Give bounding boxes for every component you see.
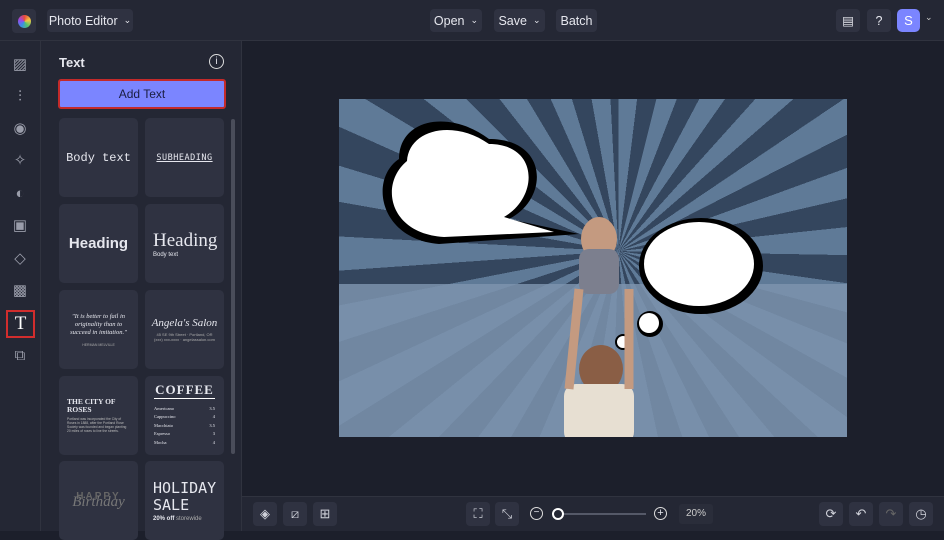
app-mode-label: Photo Editor <box>48 13 118 28</box>
batch-button[interactable]: Batch <box>556 9 597 32</box>
template-birthday[interactable]: HAPPY Birthday <box>59 461 138 540</box>
comic-overlay <box>382 121 763 437</box>
card-text: Birthday <box>72 493 125 510</box>
text-icon[interactable]: T <box>6 310 35 338</box>
chevron-down-icon: ⌄ <box>123 15 132 25</box>
avatar-initial: S <box>904 13 913 28</box>
menu-row: Cappuccino 4 <box>154 414 215 419</box>
layers-icon[interactable]: ◈ <box>253 502 277 526</box>
fit-screen-icon[interactable]: ⛶ <box>466 502 490 526</box>
card-text: Body text <box>66 150 131 165</box>
menu-row: Americano 3.5 <box>154 406 215 411</box>
undo-icon[interactable]: ↶ <box>849 502 873 526</box>
template-heading-serif[interactable]: Heading Body text <box>145 204 224 283</box>
effects-icon[interactable]: ✧ <box>8 148 32 172</box>
menu-row: Macchiato 3.5 <box>154 423 215 428</box>
open-button[interactable]: Open ⌄ <box>430 9 482 32</box>
coffee-menu: Americano 3.5 Cappuccino 4 Macchiato 3.5 Espre… <box>154 402 215 445</box>
template-subheading[interactable]: SUBHEADING <box>145 118 224 197</box>
menu-price: 3 <box>212 431 215 436</box>
avatar[interactable]: S <box>897 9 920 32</box>
template-quote[interactable]: "It is better to fail in originality tha… <box>59 290 138 369</box>
eye-icon[interactable]: ◉ <box>8 116 32 140</box>
zoom-slider[interactable] <box>552 508 646 520</box>
app-logo[interactable] <box>12 9 36 33</box>
photo-canvas[interactable] <box>339 99 847 437</box>
image-icon[interactable]: ▨ <box>8 52 32 76</box>
help-icon[interactable]: ? <box>867 9 891 32</box>
overlay-icon[interactable]: ⧉ <box>8 343 32 367</box>
add-text-button[interactable]: Add Text <box>58 79 226 109</box>
card-text: THE CITY OF ROSES <box>67 397 116 414</box>
template-salon[interactable]: Angela's Salon 45 SE 9th Street · Portlan… <box>145 290 224 369</box>
grid-icon[interactable]: ⊞ <box>313 502 337 526</box>
zoom-in-icon[interactable]: + <box>654 507 667 520</box>
people-figure <box>564 217 634 437</box>
text-panel: Text i Add Text Body text SUBHEADING Hea… <box>41 41 242 540</box>
actual-size-icon[interactable]: ⤡ <box>495 502 519 526</box>
adjust-icon[interactable]: ⫶ <box>8 84 32 108</box>
card-text: Heading <box>153 229 218 251</box>
top-bar: Photo Editor ⌄ Open ⌄ Save ⌄ Batch ▤ ? S ⌄ <box>0 0 944 41</box>
speech-bubble-left <box>382 121 579 244</box>
card-subtext: (xxx) xxx-xxxx · angelassalon.com <box>154 337 215 342</box>
zoom-out-icon[interactable]: − <box>530 507 543 520</box>
artsy-icon[interactable]: ◐ <box>8 181 32 205</box>
refresh-icon[interactable]: ⟳ <box>819 502 843 526</box>
card-text: Heading <box>68 235 129 252</box>
history-icon[interactable]: ◷ <box>909 502 933 526</box>
menu-item: Espresso <box>154 431 170 436</box>
app-mode-dropdown[interactable]: Photo Editor ⌄ <box>47 9 133 32</box>
card-subtext: storewide <box>176 515 202 522</box>
template-holiday-sale[interactable]: HOLIDAY SALE 20% off storewide <box>145 461 224 540</box>
menu-item: Mocha <box>154 439 167 445</box>
graphics-icon[interactable]: ◇ <box>8 246 32 270</box>
save-button[interactable]: Save ⌄ <box>494 9 545 32</box>
menu-price: 3.5 <box>209 405 215 411</box>
card-subtext: Body text <box>153 251 179 258</box>
template-city[interactable]: THE CITY OF ROSES Portland was incorporat… <box>59 376 138 455</box>
menu-item: Americano <box>154 405 174 411</box>
holiday-sub: 20% off storewide <box>153 516 202 522</box>
menu-row: Mocha 4 <box>154 440 215 445</box>
menu-price: 4 <box>212 439 215 445</box>
comments-icon[interactable]: ▤ <box>836 9 860 32</box>
card-text: HOLIDAY SALE <box>153 478 217 514</box>
template-heading-sans[interactable]: Heading <box>59 204 138 283</box>
crop-transform-icon[interactable]: ⧄ <box>283 502 307 526</box>
chevron-down-icon[interactable]: ⌄ <box>925 12 933 23</box>
save-label: Save <box>498 13 527 28</box>
menu-item: Macchiato <box>154 422 173 428</box>
chevron-down-icon: ⌄ <box>470 15 479 25</box>
zoom-slider-handle[interactable] <box>552 508 564 520</box>
card-text: SUBHEADING <box>156 152 213 163</box>
template-body-text[interactable]: Body text <box>59 118 138 197</box>
zoom-level[interactable]: 20% <box>679 504 713 524</box>
bottom-toolbar: ◈ ⧄ ⊞ ⛶ ⤡ − + 20% ⟳ ↶ ↷ ◷ <box>242 496 944 531</box>
panel-title: Text <box>59 55 85 70</box>
card-text: "It is better to fail in originality tha… <box>70 312 127 336</box>
template-coffee[interactable]: COFFEE Americano 3.5 Cappuccino 4 Macchiato 3… <box>145 376 224 455</box>
panel-scrollbar[interactable] <box>231 119 235 454</box>
menu-item: Cappuccino <box>154 414 176 419</box>
open-label: Open <box>433 13 465 28</box>
frame-icon[interactable]: ▣ <box>8 213 32 237</box>
card-subtext: HERMAN MELVILLE <box>82 342 115 347</box>
menu-price: 4 <box>212 414 215 419</box>
textures-icon[interactable]: ▩ <box>8 278 32 302</box>
card-subtext: 20% off <box>153 515 175 522</box>
tool-rail: ▨ ⫶ ◉ ✧ ◐ ▣ ◇ ▩ T ⧉ <box>0 41 41 531</box>
card-text: Angela's Salon <box>151 317 218 329</box>
card-text: COFFEE <box>154 382 215 399</box>
thought-bubble-right <box>615 218 763 350</box>
add-text-label: Add Text <box>118 87 166 101</box>
chevron-down-icon: ⌄ <box>532 15 541 25</box>
menu-price: 3.5 <box>209 422 215 428</box>
card-subtext: Portland was incorporated the City of Ro… <box>67 417 127 433</box>
redo-icon[interactable]: ↷ <box>879 502 903 526</box>
menu-row: Espresso 3 <box>154 431 215 436</box>
info-icon[interactable]: i <box>209 54 224 69</box>
